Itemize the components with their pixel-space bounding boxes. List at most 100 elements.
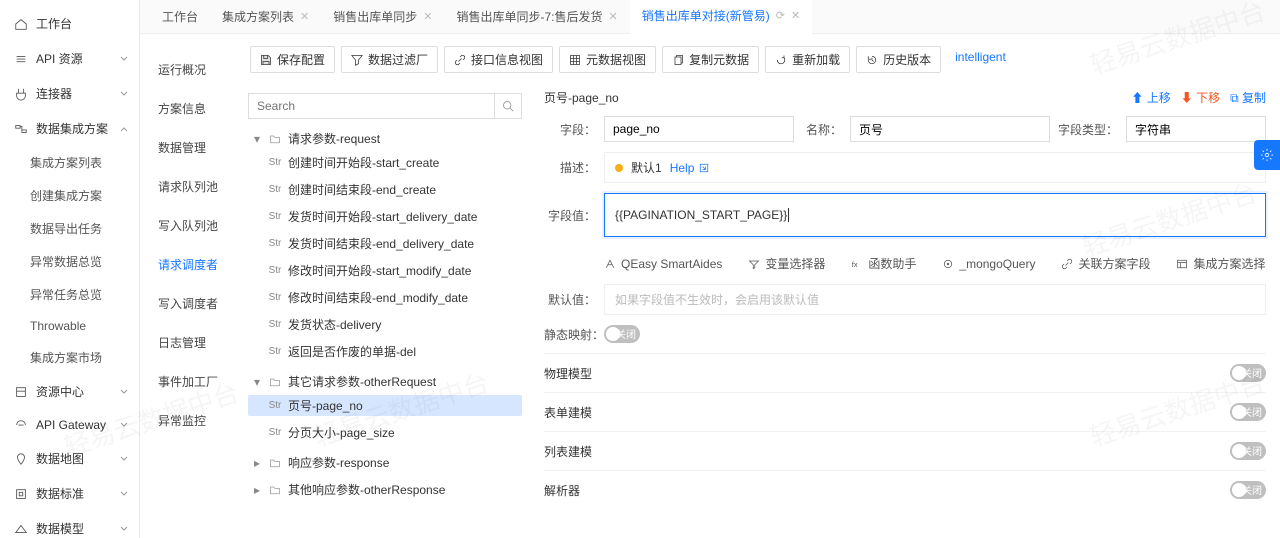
nav-item-6[interactable]: 数据地图 [0, 441, 139, 476]
helper-5[interactable]: 集成方案选择 [1176, 255, 1265, 272]
helper-4[interactable]: 关联方案字段 [1061, 255, 1150, 272]
subnav-item-2[interactable]: 数据管理 [140, 128, 240, 167]
model-icon [14, 522, 28, 536]
close-icon[interactable]: ✕ [609, 10, 618, 23]
filter-button[interactable]: 数据过滤厂 [341, 46, 438, 73]
string-icon: Str [267, 292, 283, 303]
tree-leaf-0-2[interactable]: Str发货时间开始段-start_delivery_date [248, 206, 522, 227]
nav-item-3[interactable]: 数据集成方案 [0, 111, 139, 146]
nav-sub-3-5[interactable]: Throwable [0, 311, 139, 341]
intelligent-link[interactable]: intelligent [947, 46, 1014, 73]
tree-leaf-0-0[interactable]: Str创建时间开始段-start_create [248, 152, 522, 173]
nav-item-5[interactable]: API Gateway [0, 409, 139, 441]
move-up-button[interactable]: ⬆ 上移 [1131, 89, 1170, 106]
tree-leaf-0-4[interactable]: Str修改时间开始段-start_modify_date [248, 260, 522, 281]
tab-4[interactable]: 销售出库单对接(新管易)⟳✕ [630, 0, 812, 34]
nav-sub-3-3[interactable]: 异常数据总览 [0, 245, 139, 278]
settings-fab[interactable] [1254, 140, 1280, 170]
section-title: 表单建模 [544, 404, 592, 421]
search-input[interactable] [248, 93, 494, 119]
nav-item-0[interactable]: 工作台 [0, 6, 139, 41]
chevron-up-icon [119, 124, 129, 134]
tree-node-3[interactable]: ▸其他响应参数-otherResponse [248, 479, 522, 500]
save-button[interactable]: 保存配置 [250, 46, 335, 73]
tab-0[interactable]: 工作台 [150, 0, 210, 34]
history-button[interactable]: 历史版本 [856, 46, 941, 73]
subnav-item-6[interactable]: 写入调度者 [140, 284, 240, 323]
nav-sub-3-4[interactable]: 异常任务总览 [0, 278, 139, 311]
subnav-item-0[interactable]: 运行概况 [140, 50, 240, 89]
helper-1[interactable]: 变量选择器 [748, 255, 825, 272]
value-input[interactable]: {{PAGINATION_START_PAGE}} [604, 193, 1266, 237]
subnav-item-5[interactable]: 请求调度者 [140, 245, 240, 284]
tree-leaf-0-6[interactable]: Str发货状态-delivery [248, 314, 522, 335]
caret-icon[interactable]: ▸ [252, 456, 262, 470]
history-icon [866, 54, 878, 66]
tree-leaf-1-0[interactable]: Str页号-page_no [248, 395, 522, 416]
caret-icon[interactable]: ▸ [252, 483, 262, 497]
chevron-down-icon [119, 420, 129, 430]
section-toggle-0[interactable]: 关闭 [1230, 364, 1266, 382]
subnav-item-9[interactable]: 异常监控 [140, 401, 240, 440]
helper-0[interactable]: QEasy SmartAides [604, 255, 722, 272]
field-input[interactable] [604, 116, 794, 142]
nav-sub-3-6[interactable]: 集成方案市场 [0, 341, 139, 374]
search-button[interactable] [494, 93, 522, 119]
static-toggle[interactable]: 关闭 [604, 325, 640, 343]
nav-item-8[interactable]: 数据模型 [0, 511, 139, 538]
nav-sub-3-2[interactable]: 数据导出任务 [0, 212, 139, 245]
subnav-item-8[interactable]: 事件加工厂 [140, 362, 240, 401]
nav-item-7[interactable]: 数据标准 [0, 476, 139, 511]
tree-node-2[interactable]: ▸响应参数-response [248, 452, 522, 473]
subnav-item-3[interactable]: 请求队列池 [140, 167, 240, 206]
nav-sub-3-1[interactable]: 创建集成方案 [0, 179, 139, 212]
nav-item-4[interactable]: 资源中心 [0, 374, 139, 409]
caret-icon[interactable]: ▾ [252, 375, 262, 389]
string-icon: Str [267, 157, 283, 168]
type-input[interactable] [1126, 116, 1266, 142]
plug-icon [14, 87, 28, 101]
copy-icon [672, 54, 684, 66]
move-down-button[interactable]: ⬇ 下移 [1181, 89, 1220, 106]
string-icon: Str [267, 238, 283, 249]
api-icon [14, 52, 28, 66]
folder-icon [267, 133, 283, 145]
subnav-item-1[interactable]: 方案信息 [140, 89, 240, 128]
caret-icon[interactable]: ▾ [252, 132, 262, 146]
tab-3[interactable]: 销售出库单同步-7:售后发货✕ [444, 0, 629, 34]
nav-item-2[interactable]: 连接器 [0, 76, 139, 111]
helper-3[interactable]: _mongoQuery [942, 255, 1035, 272]
iface-button[interactable]: 接口信息视图 [444, 46, 553, 73]
tree-leaf-0-1[interactable]: Str创建时间结束段-end_create [248, 179, 522, 200]
nav-item-1[interactable]: API 资源 [0, 41, 139, 76]
name-input[interactable] [850, 116, 1050, 142]
tree-leaf-0-5[interactable]: Str修改时间结束段-end_modify_date [248, 287, 522, 308]
field-label: 字段： [544, 121, 596, 138]
copymeta-button[interactable]: 复制元数据 [662, 46, 759, 73]
close-icon[interactable]: ✕ [423, 10, 432, 23]
close-icon[interactable]: ✕ [300, 10, 309, 23]
scheme-subnav: 运行概况方案信息数据管理请求队列池写入队列池请求调度者写入调度者日志管理事件加工… [140, 34, 240, 538]
section-toggle-2[interactable]: 关闭 [1230, 442, 1266, 460]
save-icon [260, 54, 272, 66]
tree-node-1[interactable]: ▾其它请求参数-otherRequest [248, 371, 522, 392]
meta-button[interactable]: 元数据视图 [559, 46, 656, 73]
tab-1[interactable]: 集成方案列表✕ [210, 0, 321, 34]
section-toggle-3[interactable]: 关闭 [1230, 481, 1266, 499]
subnav-item-7[interactable]: 日志管理 [140, 323, 240, 362]
close-icon[interactable]: ✕ [791, 9, 800, 22]
section-toggle-1[interactable]: 关闭 [1230, 403, 1266, 421]
nav-sub-3-0[interactable]: 集成方案列表 [0, 146, 139, 179]
help-link[interactable]: Help [670, 161, 711, 175]
helper-2[interactable]: fx函数助手 [851, 255, 916, 272]
tree-leaf-1-1[interactable]: Str分页大小-page_size [248, 422, 522, 443]
subnav-item-4[interactable]: 写入队列池 [140, 206, 240, 245]
default-input[interactable]: 如果字段值不生效时，会启用该默认值 [604, 284, 1266, 315]
reload-button[interactable]: 重新加载 [765, 46, 850, 73]
tree-leaf-0-3[interactable]: Str发货时间结束段-end_delivery_date [248, 233, 522, 254]
tree-node-0[interactable]: ▾请求参数-request [248, 128, 522, 149]
reload-icon[interactable]: ⟳ [776, 9, 785, 22]
tab-2[interactable]: 销售出库单同步✕ [321, 0, 444, 34]
copy-button[interactable]: ⧉ 复制 [1230, 89, 1266, 106]
tree-leaf-0-7[interactable]: Str返回是否作废的单据-del [248, 341, 522, 362]
